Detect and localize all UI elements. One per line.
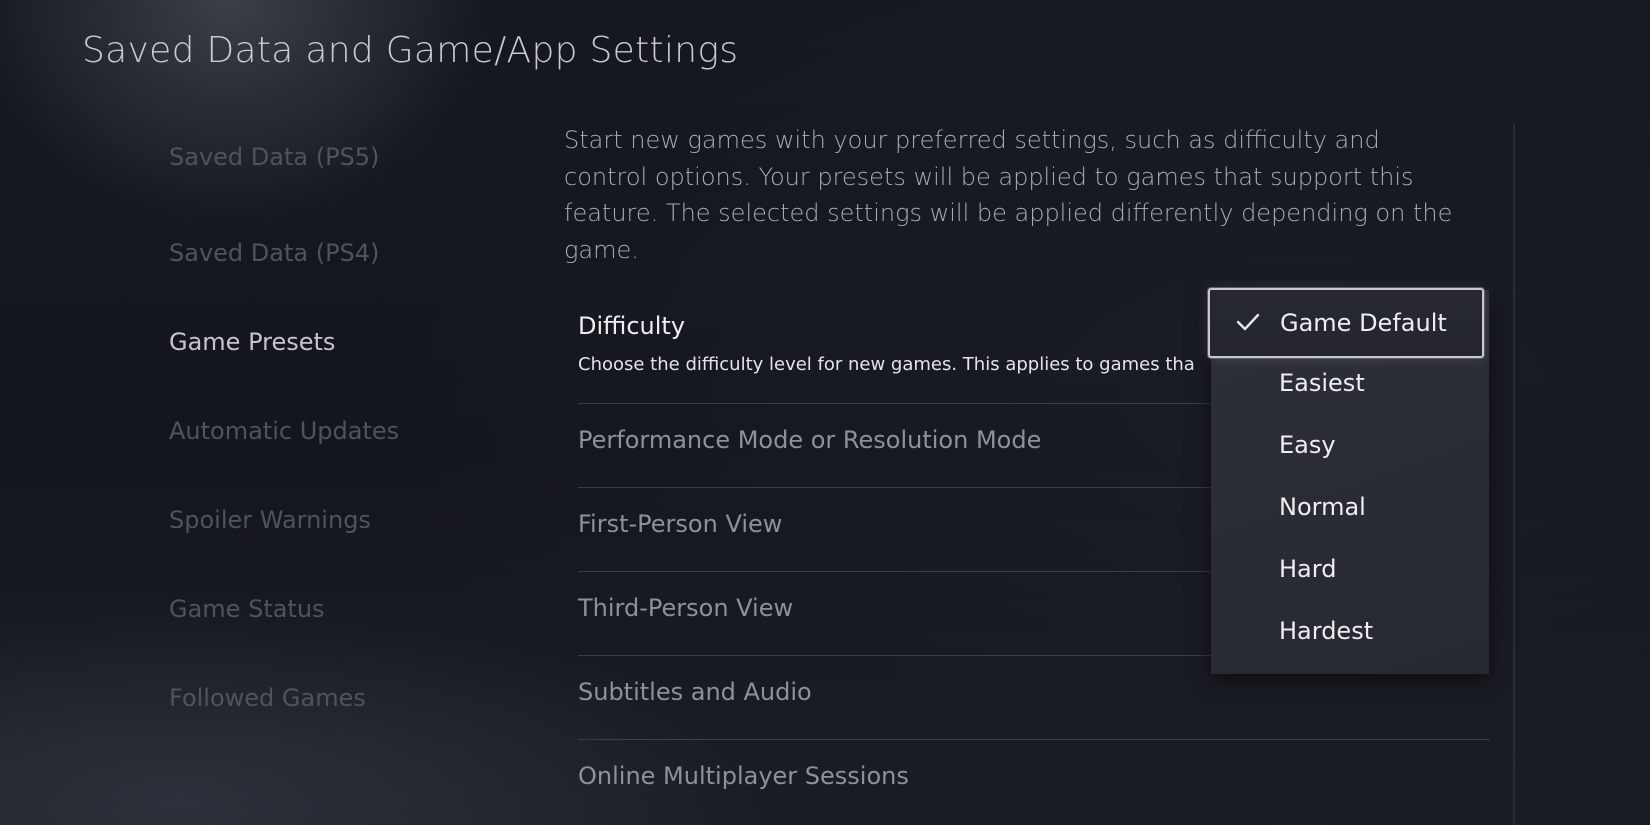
- sidebar-item-followed-games[interactable]: Followed Games: [169, 681, 366, 715]
- check-icon: [1236, 313, 1260, 331]
- dropdown-option-label: Easy: [1279, 431, 1336, 459]
- setting-label-performance-mode: Performance Mode or Resolution Mode: [578, 426, 1042, 454]
- scrollbar-track[interactable]: [1513, 123, 1515, 825]
- setting-label-difficulty: Difficulty: [578, 312, 686, 340]
- dropdown-option-label: Hardest: [1279, 617, 1374, 645]
- sidebar: Saved Data (PS5) Saved Data (PS4) Game P…: [169, 0, 529, 825]
- dropdown-option-label: Easiest: [1279, 369, 1365, 397]
- setting-label-third-person-view: Third-Person View: [578, 594, 794, 622]
- sidebar-item-automatic-updates[interactable]: Automatic Updates: [169, 414, 399, 448]
- sidebar-item-spoiler-warnings[interactable]: Spoiler Warnings: [169, 503, 371, 537]
- sidebar-item-game-presets[interactable]: Game Presets: [169, 325, 335, 359]
- dropdown-option-game-default[interactable]: Game Default: [1208, 288, 1484, 358]
- dropdown-option-label: Game Default: [1280, 309, 1447, 337]
- dropdown-option-label: Normal: [1279, 493, 1366, 521]
- dropdown-option-easy[interactable]: Easy: [1211, 414, 1489, 476]
- dropdown-option-hard[interactable]: Hard: [1211, 538, 1489, 600]
- setting-label-online-multiplayer-sessions: Online Multiplayer Sessions: [578, 762, 909, 790]
- dropdown-option-label: Hard: [1279, 555, 1337, 583]
- dropdown-option-normal[interactable]: Normal: [1211, 476, 1489, 538]
- setting-description-difficulty: Choose the difficulty level for new game…: [578, 354, 1195, 375]
- difficulty-dropdown-menu: Game Default Easiest Easy Normal Hard Ha…: [1208, 288, 1489, 674]
- setting-label-subtitles-and-audio: Subtitles and Audio: [578, 678, 812, 706]
- setting-row-online-multiplayer-sessions[interactable]: Online Multiplayer Sessions: [578, 740, 1490, 824]
- setting-label-first-person-view: First-Person View: [578, 510, 783, 538]
- dropdown-option-easiest[interactable]: Easiest: [1211, 352, 1489, 414]
- page-description: Start new games with your preferred sett…: [564, 126, 1453, 264]
- sidebar-item-game-status[interactable]: Game Status: [169, 592, 325, 626]
- sidebar-item-saved-data-ps5[interactable]: Saved Data (PS5): [169, 140, 379, 174]
- dropdown-option-hardest[interactable]: Hardest: [1211, 600, 1489, 662]
- sidebar-item-saved-data-ps4[interactable]: Saved Data (PS4): [169, 236, 379, 270]
